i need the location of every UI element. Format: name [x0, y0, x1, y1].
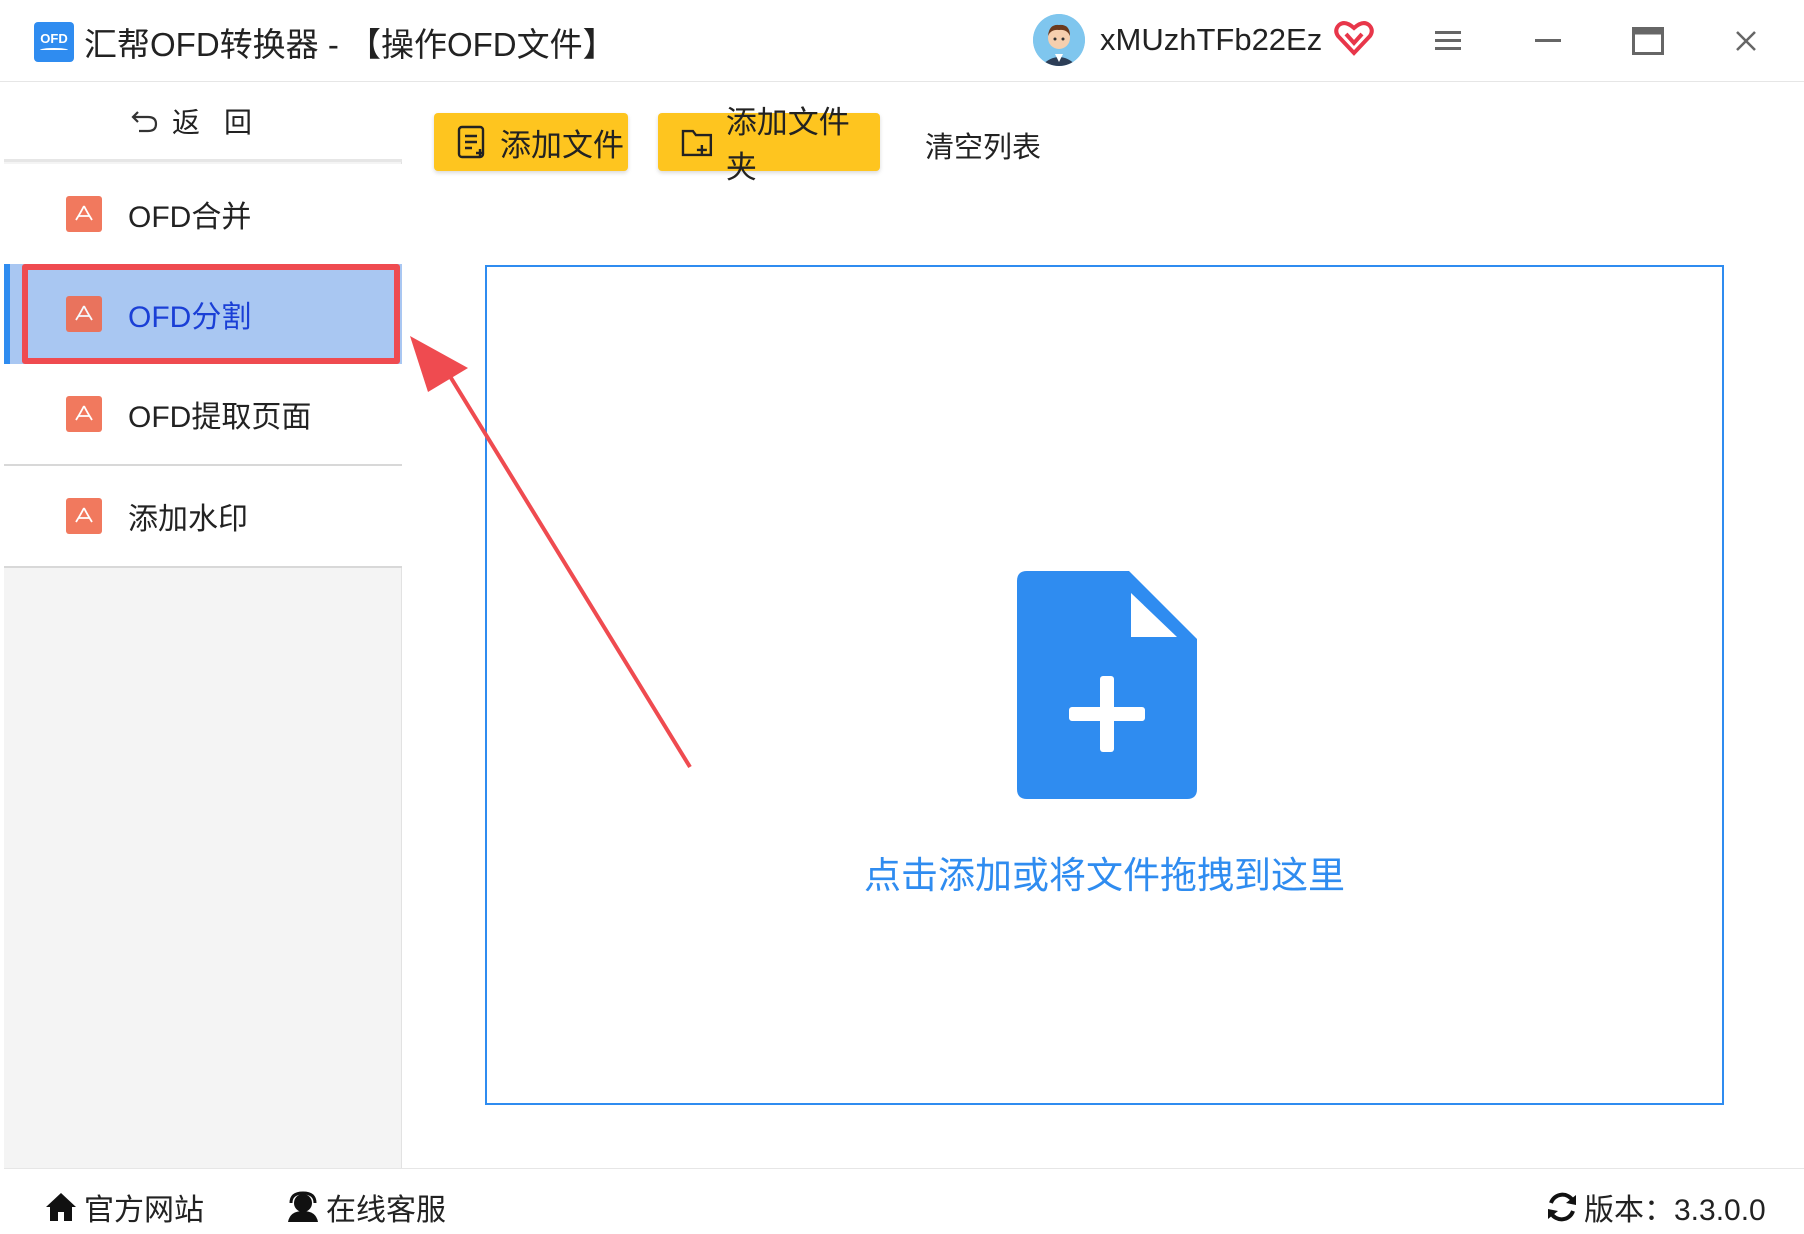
- pdf-file-icon: [66, 498, 102, 534]
- sidebar-item-add-watermark[interactable]: 添加水印: [4, 466, 402, 566]
- official-site-label: 官方网站: [84, 1194, 204, 1227]
- sidebar-item-label: OFD合并: [128, 201, 252, 234]
- version-info: 版本：3.3.0.0: [1546, 1185, 1766, 1229]
- home-icon: [46, 1193, 76, 1221]
- close-icon[interactable]: [1723, 18, 1769, 64]
- online-service-link[interactable]: 在线客服: [286, 1185, 446, 1229]
- sidebar-item-label: OFD分割: [128, 301, 252, 334]
- pdf-file-icon: [66, 196, 102, 232]
- back-button[interactable]: 返回: [4, 82, 402, 162]
- ofd-logo-icon: OFD: [34, 22, 74, 62]
- official-site-link[interactable]: 官方网站: [44, 1185, 204, 1229]
- pdf-file-icon: [66, 396, 102, 432]
- footer: 官方网站 在线客服 版本：3.3.0.0: [4, 1168, 1804, 1234]
- add-file-label: 添加文件: [500, 127, 624, 163]
- username[interactable]: xMUzhTFb22Ez: [1100, 22, 1322, 58]
- version-label: 版本：3.3.0.0: [1584, 1194, 1766, 1227]
- window-title: 汇帮OFD转换器 - 【操作OFD文件】: [84, 26, 616, 63]
- sidebar-item-ofd-merge[interactable]: OFD合并: [4, 164, 402, 264]
- add-file-button[interactable]: 添加文件: [434, 113, 628, 171]
- pdf-file-icon: [66, 296, 102, 332]
- sidebar: 返回 OFD合并 OFD分割 OFD提取页面 添加水印: [4, 82, 402, 1168]
- sidebar-item-label: 添加水印: [128, 503, 248, 536]
- sidebar-item-ofd-extract-pages[interactable]: OFD提取页面: [4, 364, 402, 464]
- drop-hint: 点击添加或将文件拖拽到这里: [864, 855, 1345, 896]
- avatar[interactable]: [1033, 14, 1085, 66]
- back-label: 返回: [171, 106, 276, 138]
- sidebar-item-label: OFD提取页面: [128, 401, 312, 434]
- add-folder-button[interactable]: 添加文件夹: [658, 105, 880, 185]
- file-drop-zone[interactable]: 点击添加或将文件拖拽到这里: [485, 265, 1724, 1105]
- title-bar: OFD 汇帮OFD转换器 - 【操作OFD文件】 xMUzhTFb22Ez: [0, 0, 1804, 82]
- clear-list-button[interactable]: 清空列表: [925, 124, 1041, 166]
- file-add-icon[interactable]: [1017, 571, 1197, 799]
- vip-heart-icon[interactable]: [1334, 20, 1374, 56]
- logo-text: OFD: [40, 31, 68, 46]
- refresh-icon: [1548, 1192, 1576, 1222]
- sidebar-item-ofd-split[interactable]: OFD分割: [4, 264, 402, 364]
- maximize-icon[interactable]: [1625, 18, 1671, 64]
- add-folder-label: 添加文件夹: [725, 105, 850, 185]
- back-arrow-icon: [131, 110, 158, 132]
- sidebar-divider: [4, 566, 402, 568]
- online-service-label: 在线客服: [326, 1194, 446, 1227]
- headset-user-icon: [288, 1191, 318, 1222]
- folder-plus-icon: [681, 129, 713, 157]
- minimize-icon[interactable]: [1525, 18, 1571, 64]
- menu-icon[interactable]: [1425, 18, 1471, 64]
- file-list-icon: [457, 125, 485, 159]
